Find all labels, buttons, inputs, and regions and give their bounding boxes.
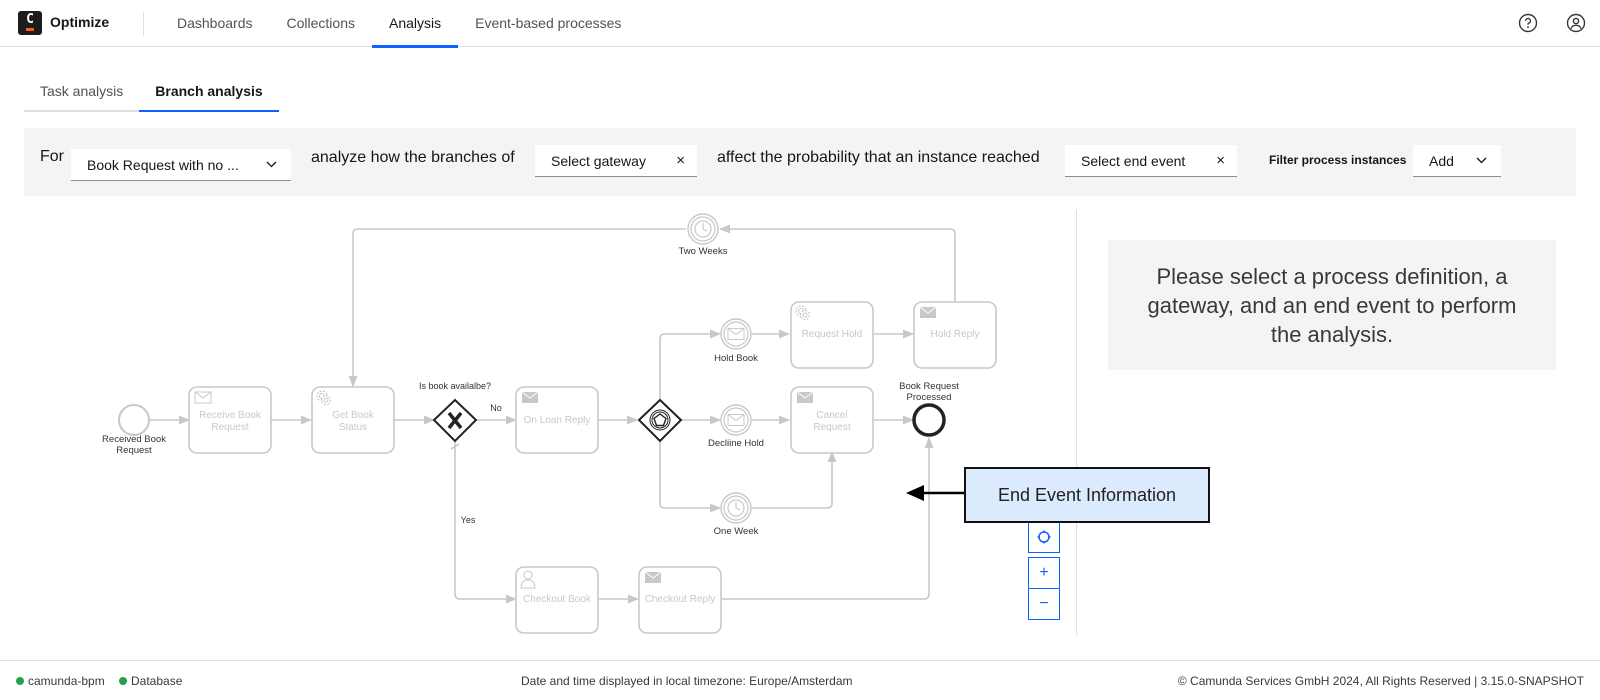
help-icon[interactable] <box>1518 13 1538 33</box>
end-event-information-callout: End Event Information <box>964 467 1210 523</box>
footer: camunda-bpm Database Date and time displ… <box>0 660 1600 700</box>
gateway-select[interactable]: Select gateway × <box>535 145 697 177</box>
flow-label-yes: Yes <box>461 515 476 525</box>
filter-add-dropdown[interactable]: Add <box>1413 145 1501 177</box>
for-label: For <box>40 148 64 165</box>
exclusive-gateway[interactable] <box>432 398 478 443</box>
zoom-out-button[interactable]: − <box>1028 588 1060 620</box>
svg-text:Checkout Book: Checkout Book <box>523 594 592 605</box>
task-receive-book-request[interactable]: Receive Book Request <box>188 386 272 454</box>
event-hold-book[interactable] <box>720 318 752 350</box>
svg-text:CancelRequest: Cancel Request <box>813 410 850 433</box>
two-weeks-label: Two Weeks <box>679 246 728 257</box>
user-profile-icon[interactable] <box>1566 13 1586 33</box>
task-hold-reply[interactable]: Hold Reply <box>913 301 997 369</box>
chevron-down-icon <box>1476 145 1487 190</box>
reset-zoom-button[interactable] <box>1028 521 1060 553</box>
tab-branch-analysis[interactable]: Branch analysis <box>139 72 279 112</box>
header-divider <box>143 12 144 36</box>
end-event-select[interactable]: Select end event × <box>1065 145 1237 177</box>
task-on-loan-reply[interactable]: On Loan Reply <box>515 386 599 454</box>
timezone-info: Date and time displayed in local timezon… <box>521 674 853 688</box>
analysis-tabs: Task analysis Branch analysis <box>24 72 279 112</box>
status-camunda-bpm: camunda-bpm <box>16 674 105 688</box>
affect-text: affect the probability that an instance … <box>717 149 1040 166</box>
zoom-in-button[interactable]: + <box>1028 557 1060 589</box>
crosshair-icon <box>1037 530 1051 544</box>
task-checkout-reply[interactable]: Checkout Reply <box>638 566 722 634</box>
event-based-gateway[interactable] <box>637 398 683 443</box>
task-checkout-book[interactable]: Checkout Book <box>515 566 599 634</box>
nav-event-based-processes[interactable]: Event-based processes <box>458 0 638 47</box>
svg-text:On Loan Reply: On Loan Reply <box>524 415 591 426</box>
task-get-book-status[interactable]: Get Book Status <box>311 386 395 454</box>
filter-label: Filter process instances <box>1269 153 1407 167</box>
analysis-instructions-panel: Please select a process definition, a ga… <box>1108 240 1556 370</box>
event-decline-hold[interactable] <box>720 404 752 436</box>
end-event[interactable] <box>912 403 946 437</box>
task-request-hold[interactable]: Request Hold <box>790 301 874 369</box>
copyright-version: © Camunda Services GmbH 2024, All Rights… <box>1177 674 1584 688</box>
panel-divider <box>1076 210 1077 635</box>
clear-end-event-icon[interactable]: × <box>1216 145 1225 177</box>
nav-dashboards[interactable]: Dashboards <box>160 0 270 47</box>
hold-book-label: Hold Book <box>714 353 758 364</box>
branch-analysis-controls: For Book Request with no ... analyze how… <box>24 128 1576 196</box>
task-cancel-request[interactable]: Cancel Request <box>790 386 874 454</box>
process-definition-select[interactable]: Book Request with no ... <box>71 149 291 181</box>
status-database: Database <box>119 674 182 688</box>
svg-text:Checkout Reply: Checkout Reply <box>645 594 716 605</box>
flow-label-no: No <box>490 403 502 413</box>
nav-analysis[interactable]: Analysis <box>371 0 459 48</box>
app-name[interactable]: Optimize <box>50 14 109 30</box>
tab-task-analysis[interactable]: Task analysis <box>24 72 140 112</box>
gateway-label: Is book availalbe? <box>419 381 491 391</box>
status-ok-icon <box>16 677 24 685</box>
svg-text:Request Hold: Request Hold <box>802 329 863 340</box>
annotation-arrow-icon <box>906 485 966 501</box>
event-one-week-timer[interactable] <box>720 492 752 524</box>
decline-hold-label: Decliine Hold <box>708 438 764 449</box>
main-nav: Dashboards Collections Analysis Event-ba… <box>160 0 638 48</box>
top-navigation-bar: C Optimize Dashboards Collections Analys… <box>0 0 1600 48</box>
analyze-text: analyze how the branches of <box>311 149 515 166</box>
nav-collections[interactable]: Collections <box>270 0 372 47</box>
start-event-label: Received Book Request <box>102 434 166 456</box>
camunda-logo[interactable]: C <box>18 11 42 35</box>
status-ok-icon <box>119 677 127 685</box>
event-two-weeks-timer[interactable] <box>687 213 719 245</box>
clear-gateway-icon[interactable]: × <box>676 145 685 177</box>
bpmn-diagram[interactable]: Received Book Request Receive Book Request… <box>24 210 1076 640</box>
start-event[interactable] <box>118 404 150 436</box>
svg-text:Hold Reply: Hold Reply <box>931 329 980 340</box>
analysis-instructions-text: Please select a process definition, a ga… <box>1147 263 1517 347</box>
chevron-down-icon <box>266 149 277 194</box>
one-week-label: One Week <box>714 526 759 537</box>
end-event-label: Book Request Processed <box>899 381 959 403</box>
